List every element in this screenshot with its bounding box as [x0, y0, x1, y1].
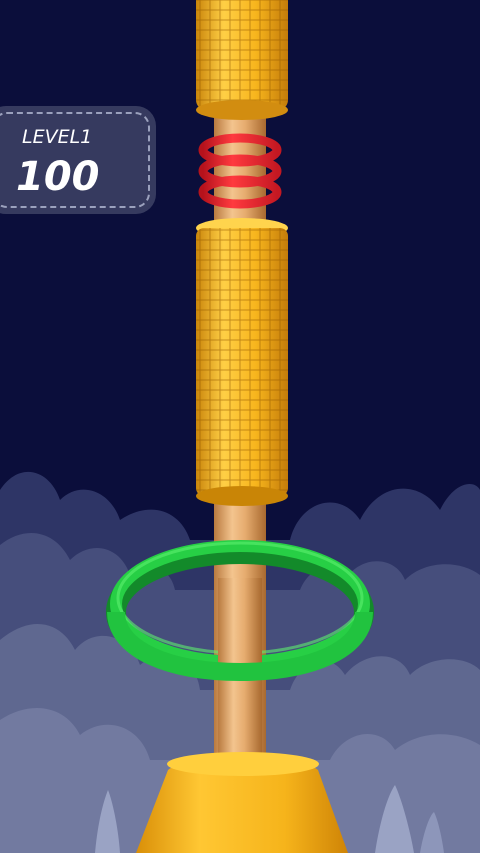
score-value: 100 [16, 154, 100, 200]
gold-block-stack-top [196, 0, 288, 120]
level-score-panel: LEVEL1 100 [0, 106, 156, 214]
golden-base-top [167, 752, 319, 776]
level-label: LEVEL1 [22, 126, 93, 148]
gold-block-stack-bottom [196, 218, 288, 506]
game-scene[interactable]: LEVEL1 100 [0, 0, 480, 853]
